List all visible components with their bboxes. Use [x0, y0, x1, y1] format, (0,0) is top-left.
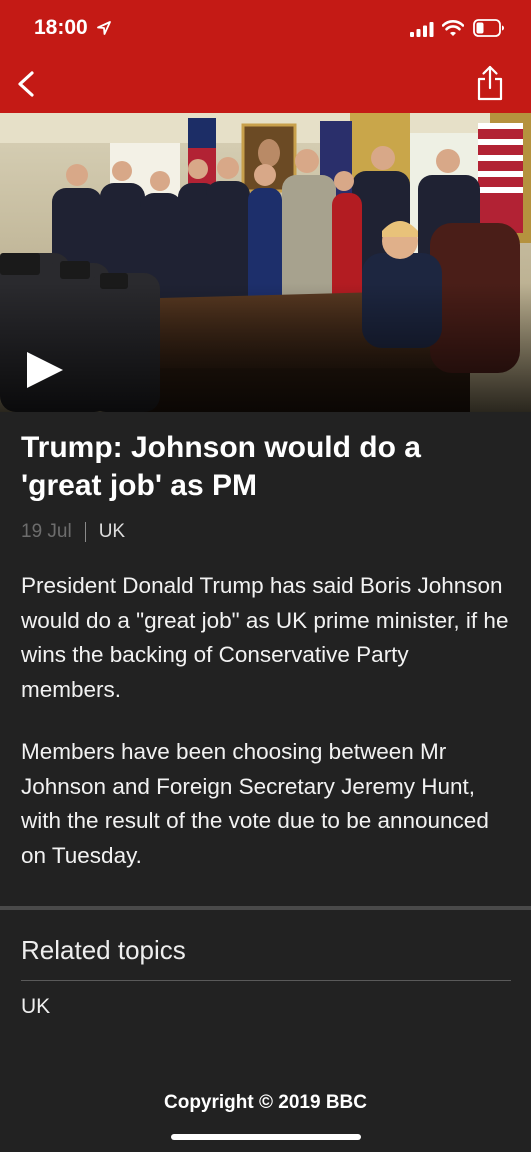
- wifi-icon: [442, 20, 464, 36]
- article-headline: Trump: Johnson would do a 'great job' as…: [21, 431, 421, 502]
- chevron-left-icon[interactable]: [12, 66, 44, 102]
- copyright-footer: Copyright © 2019 BBC: [164, 1092, 367, 1113]
- section-divider: [0, 906, 531, 910]
- article-topic-link[interactable]: UK: [99, 520, 125, 544]
- article-date: 19 Jul: [21, 521, 72, 542]
- top-navigation-bar: [0, 58, 531, 113]
- status-bar: 18:00: [0, 0, 531, 58]
- related-topics-heading: Related topics: [21, 935, 186, 965]
- play-icon[interactable]: [25, 350, 65, 390]
- article-paragraph: President Donald Trump has said Boris Jo…: [21, 573, 509, 702]
- related-topics-divider: [21, 980, 511, 981]
- battery-low-icon: [473, 19, 504, 37]
- article-paragraph: Members have been choosing between Mr Jo…: [21, 739, 489, 868]
- cellular-signal-icon: [410, 22, 434, 37]
- home-indicator[interactable]: [171, 1134, 361, 1140]
- bbc-news-article-screen: 18:00 Trump: Johnson would do a 'great j…: [0, 0, 531, 1152]
- related-topic-uk[interactable]: UK: [21, 994, 50, 1020]
- meta-divider: [84, 522, 86, 542]
- article-video-thumbnail[interactable]: [0, 113, 531, 412]
- share-icon[interactable]: [474, 63, 506, 103]
- article-meta: 19 Jul UK: [21, 520, 125, 544]
- oval-office-photo: [0, 113, 531, 412]
- status-time: 18:00: [34, 16, 88, 39]
- location-arrow-icon: [97, 21, 111, 35]
